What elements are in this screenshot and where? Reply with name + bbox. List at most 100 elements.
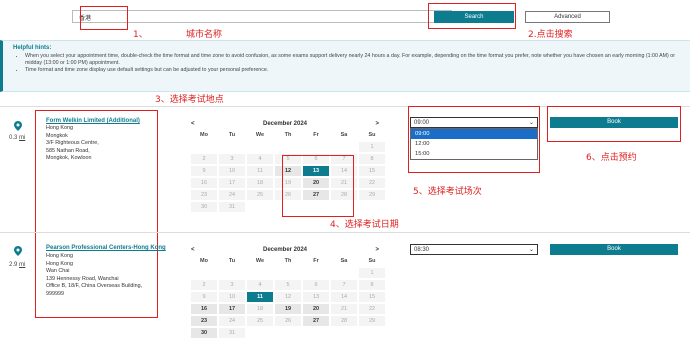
calendar-day: 29	[359, 316, 385, 326]
weekday-header: Mo	[200, 258, 208, 264]
calendar-day	[303, 142, 329, 152]
distance-label: 2.9 mi	[9, 262, 26, 268]
calendar-day: 3	[219, 280, 245, 290]
hint-item: Time format and time zone display use de…	[25, 67, 680, 74]
helpful-hints-panel: Helpful hints: When you select your appo…	[0, 40, 690, 92]
calendar-day: 5	[275, 280, 301, 290]
calendar-day: 14	[331, 292, 357, 302]
annotation-box-book	[547, 106, 681, 142]
calendar-day: 4	[247, 280, 273, 290]
calendar-day: 31	[219, 202, 245, 212]
calendar-day: 24	[219, 316, 245, 326]
hint-item: When you select your appointment time, d…	[25, 53, 680, 67]
calendar-day: 17	[219, 178, 245, 188]
calendar-day[interactable]: 19	[275, 304, 301, 314]
calendar-month: December 2024	[262, 121, 308, 127]
calendar-day: 23	[191, 190, 217, 200]
calendar-day: 9	[191, 292, 217, 302]
calendar-day[interactable]: 20	[303, 304, 329, 314]
calendar-day: 24	[219, 190, 245, 200]
calendar-day: 2	[191, 154, 217, 164]
calendar-day	[359, 328, 385, 338]
calendar-day[interactable]: 16	[191, 304, 217, 314]
calendar-day: 2	[191, 280, 217, 290]
calendar-day: 1	[359, 268, 385, 278]
calendar-day: 7	[331, 280, 357, 290]
calendar-day[interactable]: 30	[191, 328, 217, 338]
calendar-day: 4	[247, 154, 273, 164]
weekday-header: Sa	[340, 258, 348, 264]
book-button[interactable]: Book	[550, 244, 678, 255]
calendar-day: 15	[359, 292, 385, 302]
calendar-day	[247, 268, 273, 278]
calendar-day	[247, 202, 273, 212]
calendar-day	[191, 142, 217, 152]
annotation-box-city	[80, 6, 128, 30]
weekday-header: Fr	[313, 258, 319, 264]
calendar-day: 15	[359, 166, 385, 176]
advanced-button[interactable]: Advanced	[525, 11, 610, 23]
calendar-day	[191, 268, 217, 278]
calendar-day	[331, 328, 357, 338]
calendar-day[interactable]: 17	[219, 304, 245, 314]
calendar-day: 26	[275, 316, 301, 326]
calendar-day: 3	[219, 154, 245, 164]
calendar-day	[275, 268, 301, 278]
time-select[interactable]: 08:30 ⌄	[410, 244, 538, 255]
prev-month-button[interactable]: <	[191, 247, 195, 253]
annotation-city-name: 城市名称	[186, 30, 223, 40]
weekday-header: Su	[368, 258, 376, 264]
calendar-day	[359, 202, 385, 212]
calendar-day	[275, 142, 301, 152]
calendar-day: 1	[359, 142, 385, 152]
weekday-header: Fr	[313, 132, 319, 138]
calendar-day: 22	[359, 304, 385, 314]
calendar-day: 29	[359, 190, 385, 200]
calendar-day[interactable]: 23	[191, 316, 217, 326]
weekday-header: We	[255, 258, 265, 264]
calendar-day	[219, 142, 245, 152]
calendar-day	[247, 328, 273, 338]
distance-label: 0.3 mi	[9, 135, 26, 141]
calendar-day: 11	[247, 166, 273, 176]
calendar-day	[331, 268, 357, 278]
calendar-day[interactable]: 27	[303, 316, 329, 326]
annotation-click-book: 6、点击预约	[586, 153, 637, 163]
calendar-day: 28	[331, 316, 357, 326]
calendar-day: 21	[331, 304, 357, 314]
calendar-day: 8	[359, 280, 385, 290]
calendar-day: 12	[275, 292, 301, 302]
calendar-day: 25	[247, 190, 273, 200]
prev-month-button[interactable]: <	[191, 121, 195, 127]
weekday-header: Tu	[228, 132, 236, 138]
calendar-day: 13	[303, 292, 329, 302]
annotation-box-search	[428, 3, 516, 29]
location-pin-icon	[14, 121, 22, 131]
calendar-day[interactable]: 11	[247, 292, 273, 302]
calendar-day: 25	[247, 316, 273, 326]
calendar-day: 16	[191, 178, 217, 188]
calendar-day	[303, 328, 329, 338]
calendar-day: 18	[247, 178, 273, 188]
location-pin-icon	[14, 246, 22, 256]
weekday-header: Th	[284, 132, 292, 138]
annotation-click-search: 2.点击搜索	[528, 30, 573, 40]
calendar-day: 31	[219, 328, 245, 338]
calendar-day: 18	[247, 304, 273, 314]
center-address: Hong Kong Hong Kong Wan Chai 139 Hennessy R…	[46, 253, 143, 297]
calendar-day: 6	[303, 280, 329, 290]
hints-title: Helpful hints:	[13, 45, 52, 51]
annotation-select-location: 3、选择考试地点	[155, 95, 224, 105]
annotation-select-session: 5、选择考试场次	[413, 187, 482, 197]
annotation-select-date: 4、选择考试日期	[330, 220, 399, 230]
center-name-link[interactable]: Pearson Professional Centers-Hong Kong	[46, 245, 166, 251]
weekday-header: Sa	[340, 132, 348, 138]
search-input[interactable]: 香港	[72, 10, 452, 23]
next-month-button[interactable]: >	[375, 121, 379, 127]
calendar-day	[331, 142, 357, 152]
calendar-day: 10	[219, 292, 245, 302]
calendar-day	[219, 268, 245, 278]
next-month-button[interactable]: >	[375, 247, 379, 253]
calendar-day: 30	[191, 202, 217, 212]
annotation-box-date	[282, 155, 354, 217]
